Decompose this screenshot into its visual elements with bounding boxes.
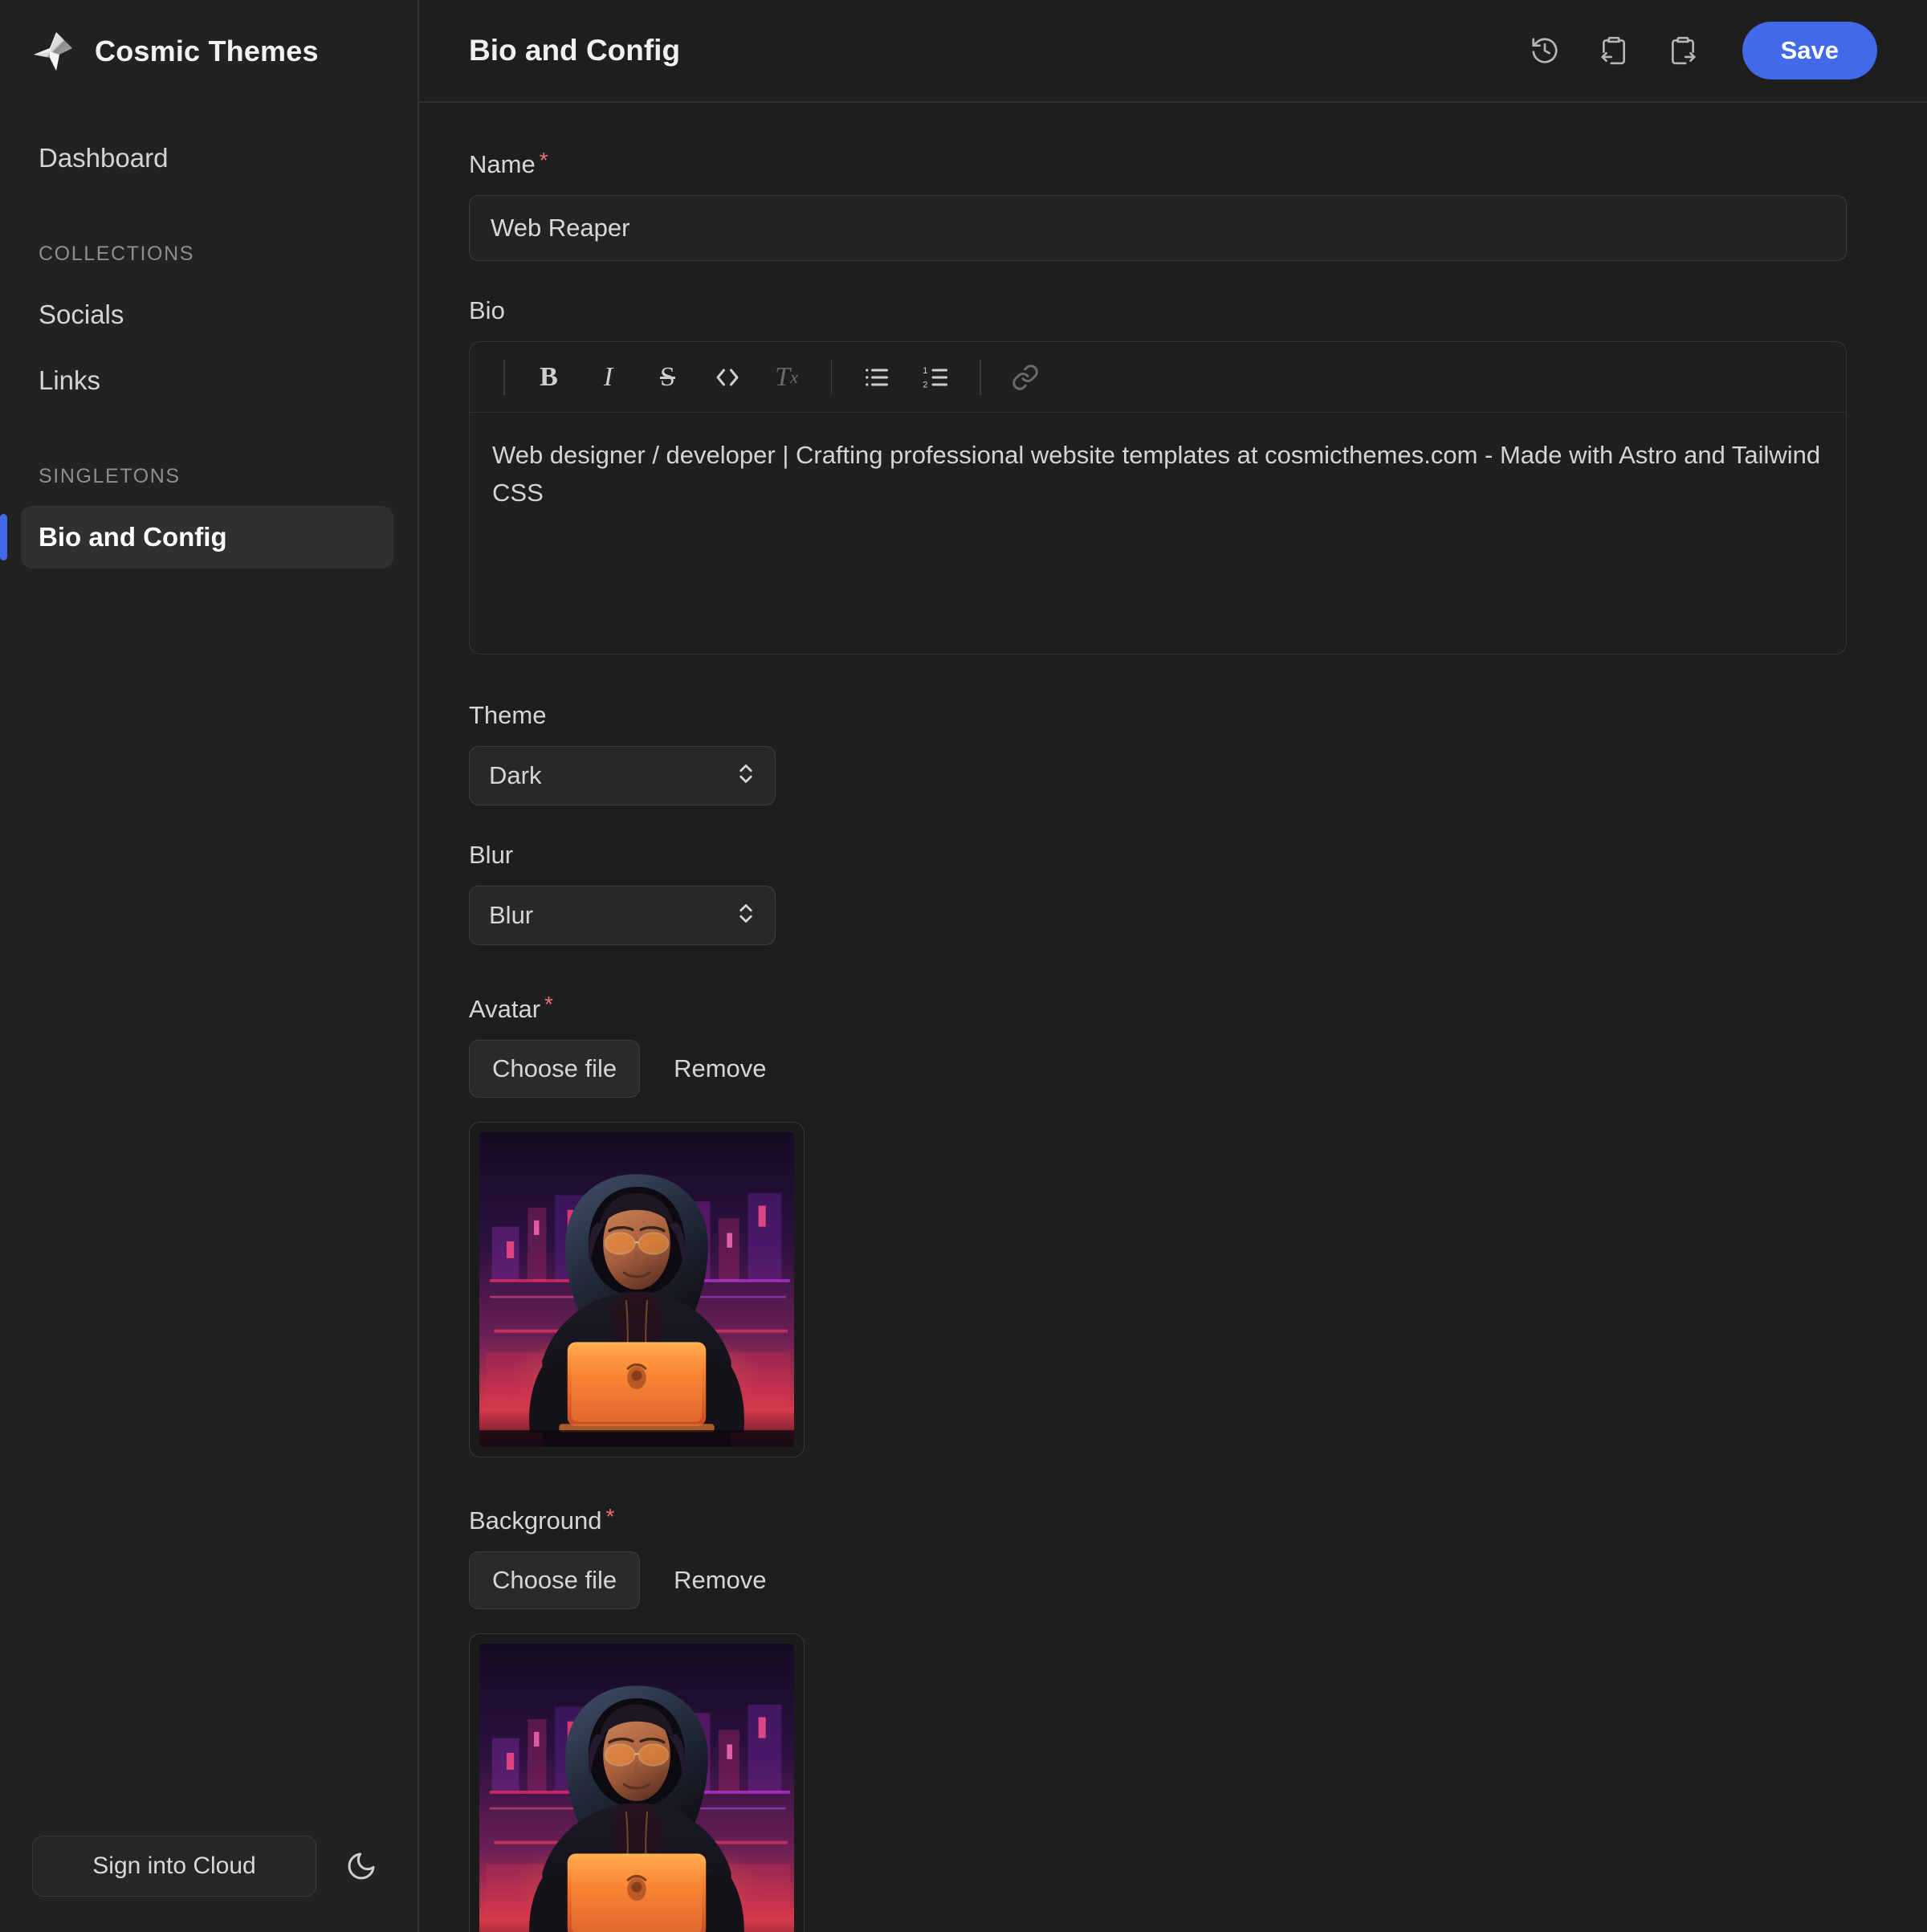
sign-into-cloud-button[interactable]: Sign into Cloud [32, 1836, 316, 1897]
toolbar-separator [980, 359, 981, 395]
italic-icon[interactable]: I [584, 353, 634, 402]
clipboard-copy-icon[interactable] [1662, 30, 1704, 71]
theme-select[interactable]: Dark [469, 746, 776, 806]
rich-text-editor: B I S Tx 1 2 Web designer / developer | … [469, 341, 1847, 655]
active-indicator-bar [0, 514, 7, 560]
svg-text:1: 1 [923, 366, 927, 376]
sidebar-item-links[interactable]: Links [0, 349, 418, 412]
avatar-required-marker: * [544, 992, 553, 1017]
avatar-field-group: Avatar * Choose file Remove [469, 992, 1847, 1457]
sidebar-section-singletons: SINGLETONS [39, 465, 181, 487]
bold-icon[interactable]: B [524, 353, 574, 402]
background-file-row: Choose file Remove [469, 1551, 1847, 1609]
topbar-actions: Save [1524, 22, 1877, 79]
sidebar-item-label: Socials [39, 300, 124, 329]
brand: Cosmic Themes [0, 0, 418, 103]
editor-toolbar: B I S Tx 1 2 [470, 342, 1846, 414]
page-title: Bio and Config [469, 34, 681, 67]
blur-select-value: Blur [489, 901, 534, 930]
sparkle-star-icon [32, 31, 74, 72]
sidebar-item-label: Dashboard [39, 143, 169, 173]
toolbar-separator [830, 359, 832, 395]
sidebar-item-label: Bio and Config [39, 522, 227, 552]
background-image [479, 1643, 794, 1932]
sidebar-nav: Dashboard COLLECTIONS Socials Links SING… [0, 103, 418, 572]
avatar-label: Avatar [469, 994, 541, 1023]
background-required-marker: * [605, 1503, 615, 1529]
avatar-thumbnail-frame[interactable] [469, 1121, 805, 1457]
background-thumbnail-frame[interactable] [469, 1632, 805, 1932]
theme-field-group: Theme Dark [469, 701, 1847, 806]
sidebar-section-collections: COLLECTIONS [39, 243, 195, 265]
sidebar-item-bio-and-config[interactable]: Bio and Config [0, 506, 418, 569]
avatar-file-row: Choose file Remove [469, 1039, 1847, 1098]
avatar-image [479, 1131, 794, 1447]
blur-label: Blur [469, 841, 514, 870]
bio-field-group: Bio B I S Tx 1 2 Web designer / develope… [469, 296, 1847, 655]
avatar-choose-file-button[interactable]: Choose file [469, 1039, 641, 1098]
clear-formatting-icon[interactable]: Tx [762, 353, 812, 402]
link-icon[interactable] [1000, 353, 1050, 402]
numbered-list-icon[interactable]: 1 2 [911, 353, 960, 402]
name-label: Name [469, 150, 536, 179]
sidebar-item-socials[interactable]: Socials [0, 283, 418, 346]
toolbar-separator [503, 359, 505, 395]
bio-textarea[interactable]: Web designer / developer | Crafting prof… [470, 413, 1846, 654]
history-icon[interactable] [1524, 30, 1566, 71]
name-input[interactable] [469, 195, 1847, 262]
sidebar-item-label: Links [39, 365, 101, 395]
strikethrough-icon[interactable]: S [643, 353, 693, 402]
moon-icon[interactable] [337, 1842, 385, 1890]
background-label: Background [469, 1506, 602, 1535]
bio-label: Bio [469, 296, 505, 325]
background-choose-file-button[interactable]: Choose file [469, 1551, 641, 1609]
main-panel: Bio and Config Save Name * Web Reaper Bi… [419, 0, 1927, 1932]
svg-text:2: 2 [923, 380, 927, 389]
form-content: Name* Bio B I S [419, 103, 1927, 1932]
background-remove-button[interactable]: Remove [651, 1551, 788, 1609]
blur-select[interactable]: Blur [469, 886, 776, 946]
clipboard-paste-icon[interactable] [1593, 30, 1635, 71]
save-button[interactable]: Save [1742, 22, 1877, 79]
sidebar-item-dashboard[interactable]: Dashboard [0, 127, 418, 190]
bullet-list-icon[interactable] [851, 353, 901, 402]
brand-name: Cosmic Themes [95, 35, 319, 67]
theme-select-value: Dark [489, 761, 542, 790]
sidebar-footer: Sign into Cloud [0, 1836, 418, 1932]
app-root: Cosmic Themes Dashboard COLLECTIONS Soci… [0, 0, 1927, 1932]
blur-field-group: Blur Blur [469, 841, 1847, 946]
name-field-group: Name * [469, 148, 1847, 262]
background-field-group: Background * Choose file Remove [469, 1504, 1847, 1932]
theme-label: Theme [469, 701, 547, 730]
sidebar: Cosmic Themes Dashboard COLLECTIONS Soci… [0, 0, 419, 1932]
topbar: Bio and Config Save [419, 0, 1927, 103]
code-icon[interactable] [703, 353, 752, 402]
name-required-marker: * [539, 148, 548, 173]
avatar-remove-button[interactable]: Remove [651, 1040, 788, 1098]
